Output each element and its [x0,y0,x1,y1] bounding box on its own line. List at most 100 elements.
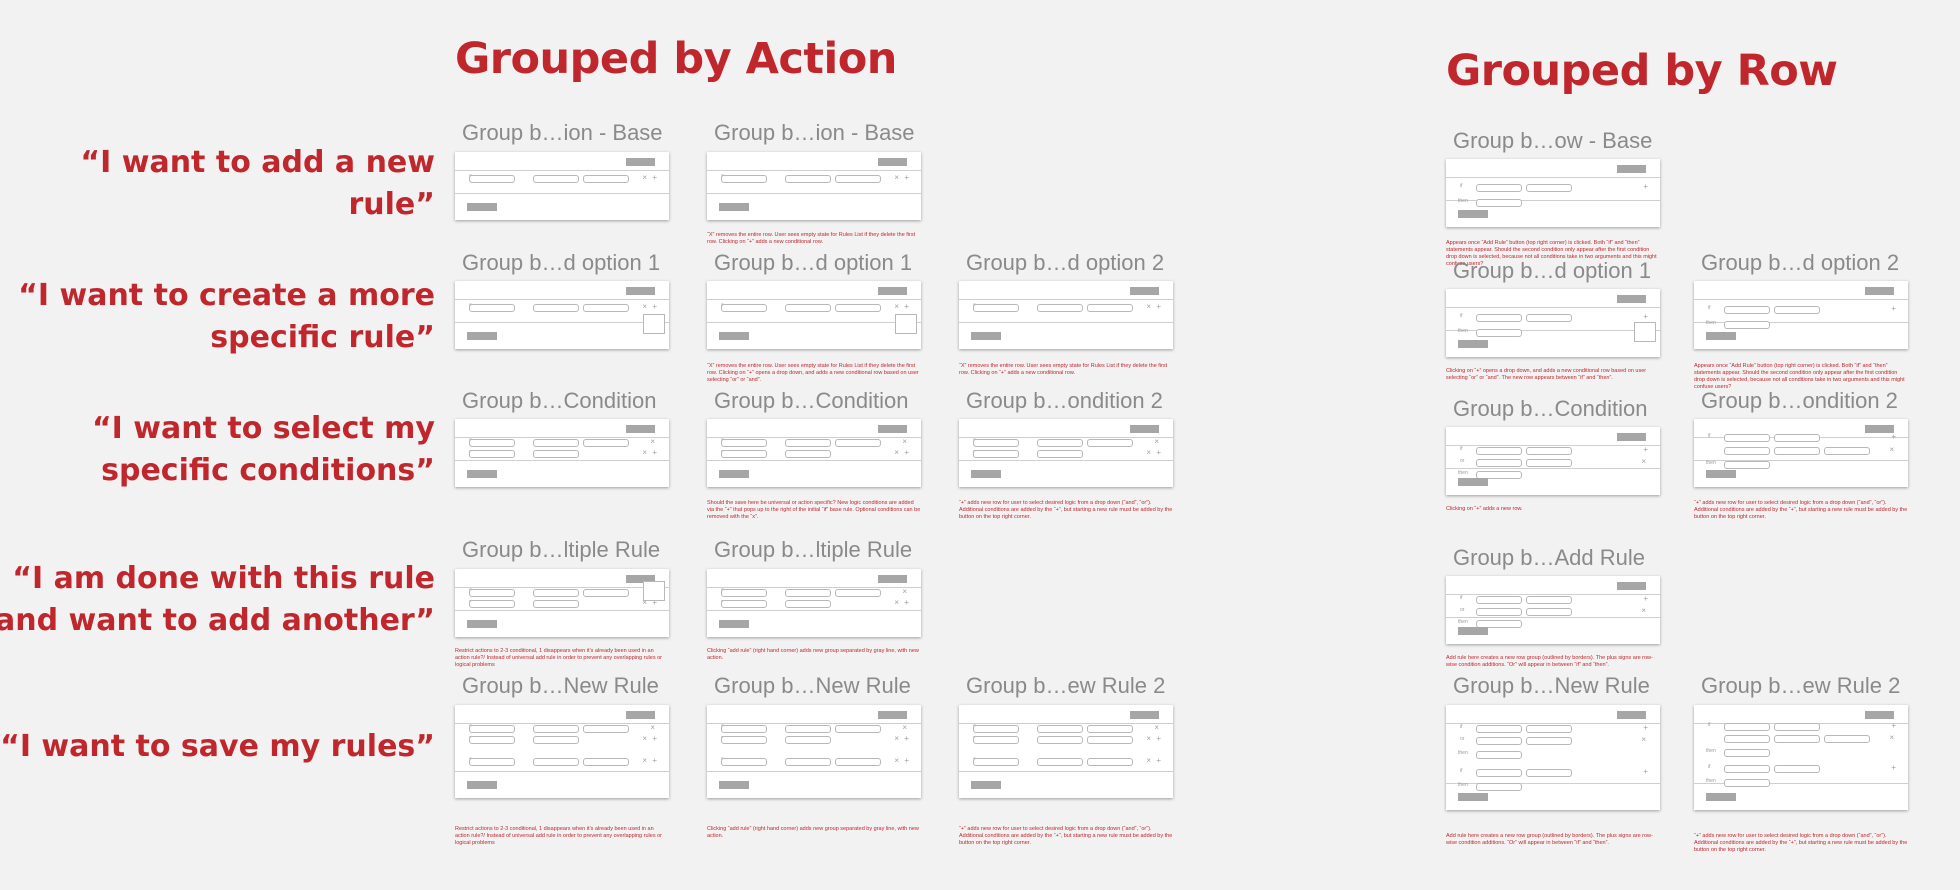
condition-dropdown[interactable] [1526,596,1572,604]
remove-row-icon[interactable]: × [1154,724,1159,732]
save-button[interactable] [467,332,497,340]
condition-dropdown[interactable] [1526,725,1572,733]
add-condition-icon[interactable]: + [652,735,657,743]
condition-dropdown[interactable] [973,450,1019,458]
add-rule-button[interactable] [626,711,655,719]
condition-dropdown[interactable] [469,600,515,608]
add-rule-button[interactable] [1617,711,1646,719]
condition-dropdown[interactable] [533,736,579,744]
add-rule-button[interactable] [626,287,655,295]
condition-dropdown[interactable] [1476,447,1522,455]
condition-dropdown[interactable] [583,725,629,733]
condition-dropdown[interactable] [1476,783,1522,791]
add-condition-icon[interactable]: + [1643,768,1648,776]
condition-dropdown[interactable] [785,450,831,458]
add-rule-button[interactable] [1617,582,1646,590]
add-condition-icon[interactable]: + [904,303,909,311]
add-condition-icon[interactable]: + [1156,757,1161,765]
remove-row-icon[interactable]: × [894,735,899,743]
remove-row-icon[interactable]: × [1146,449,1151,457]
condition-dropdown[interactable] [1724,461,1770,469]
add-condition-icon[interactable]: + [652,449,657,457]
save-button[interactable] [467,203,497,211]
condition-dropdown[interactable] [583,589,629,597]
add-condition-icon[interactable]: + [1156,449,1161,457]
remove-row-icon[interactable]: × [1154,438,1159,446]
condition-dropdown[interactable] [973,736,1019,744]
condition-dropdown[interactable] [533,175,579,183]
save-button[interactable] [971,332,1001,340]
remove-row-icon[interactable]: × [1889,734,1894,742]
condition-dropdown[interactable] [1087,736,1133,744]
condition-dropdown[interactable] [973,725,1019,733]
condition-dropdown[interactable] [1087,439,1133,447]
save-button[interactable] [1458,793,1488,801]
condition-dropdown[interactable] [785,304,831,312]
condition-dropdown[interactable] [1774,735,1820,743]
condition-dropdown[interactable] [1037,758,1083,766]
add-condition-icon[interactable]: + [1156,735,1161,743]
remove-row-icon[interactable]: × [650,438,655,446]
add-condition-icon[interactable]: + [1643,724,1648,732]
condition-dropdown[interactable] [1526,447,1572,455]
condition-dropdown[interactable] [1037,450,1083,458]
condition-dropdown[interactable] [1476,769,1522,777]
remove-row-icon[interactable]: × [1641,458,1646,466]
add-rule-button[interactable] [878,711,907,719]
condition-dropdown[interactable] [785,758,831,766]
save-button[interactable] [467,781,497,789]
condition-dropdown[interactable] [721,439,767,447]
condition-dropdown[interactable] [835,175,881,183]
condition-dropdown[interactable] [1476,725,1522,733]
condition-dropdown[interactable] [1774,765,1820,773]
condition-dropdown[interactable] [1476,184,1522,192]
condition-dropdown[interactable] [835,589,881,597]
save-button[interactable] [719,332,749,340]
condition-dropdown[interactable] [1476,596,1522,604]
condition-dropdown[interactable] [583,175,629,183]
add-condition-icon[interactable]: + [652,303,657,311]
save-button[interactable] [467,470,497,478]
condition-dropdown[interactable] [721,175,767,183]
condition-dropdown[interactable] [1526,314,1572,322]
add-condition-icon[interactable]: + [1891,722,1896,730]
remove-row-icon[interactable]: × [650,724,655,732]
condition-dropdown[interactable] [785,725,831,733]
remove-row-icon[interactable]: × [642,757,647,765]
add-rule-button[interactable] [1617,165,1646,173]
add-rule-button[interactable] [878,575,907,583]
condition-dropdown[interactable] [1037,304,1083,312]
condition-dropdown[interactable] [469,450,515,458]
condition-dropdown[interactable] [1724,723,1770,731]
condition-dropdown[interactable] [835,439,881,447]
condition-dropdown[interactable] [1724,765,1770,773]
remove-row-icon[interactable]: × [642,735,647,743]
condition-dropdown[interactable] [469,439,515,447]
add-condition-icon[interactable]: + [904,599,909,607]
remove-row-icon[interactable]: × [1641,736,1646,744]
condition-dropdown[interactable] [1037,439,1083,447]
add-condition-icon[interactable]: + [904,449,909,457]
add-rule-button[interactable] [626,158,655,166]
remove-row-icon[interactable]: × [894,174,899,182]
remove-row-icon[interactable]: × [642,174,647,182]
remove-row-icon[interactable]: × [894,757,899,765]
condition-dropdown[interactable] [469,736,515,744]
add-rule-button[interactable] [878,287,907,295]
condition-dropdown[interactable] [1037,725,1083,733]
condition-dropdown[interactable] [973,439,1019,447]
condition-dropdown[interactable] [469,589,515,597]
condition-dropdown[interactable] [1526,459,1572,467]
add-rule-button[interactable] [878,425,907,433]
condition-dropdown[interactable] [1724,306,1770,314]
condition-dropdown[interactable] [533,600,579,608]
condition-dropdown[interactable] [583,758,629,766]
condition-dropdown[interactable] [1476,459,1522,467]
add-condition-icon[interactable]: + [904,174,909,182]
condition-dropdown[interactable] [583,439,629,447]
condition-dropdown[interactable] [721,758,767,766]
condition-dropdown[interactable] [1774,306,1820,314]
save-button[interactable] [1458,627,1488,635]
condition-dropdown[interactable] [721,450,767,458]
condition-dropdown[interactable] [721,589,767,597]
